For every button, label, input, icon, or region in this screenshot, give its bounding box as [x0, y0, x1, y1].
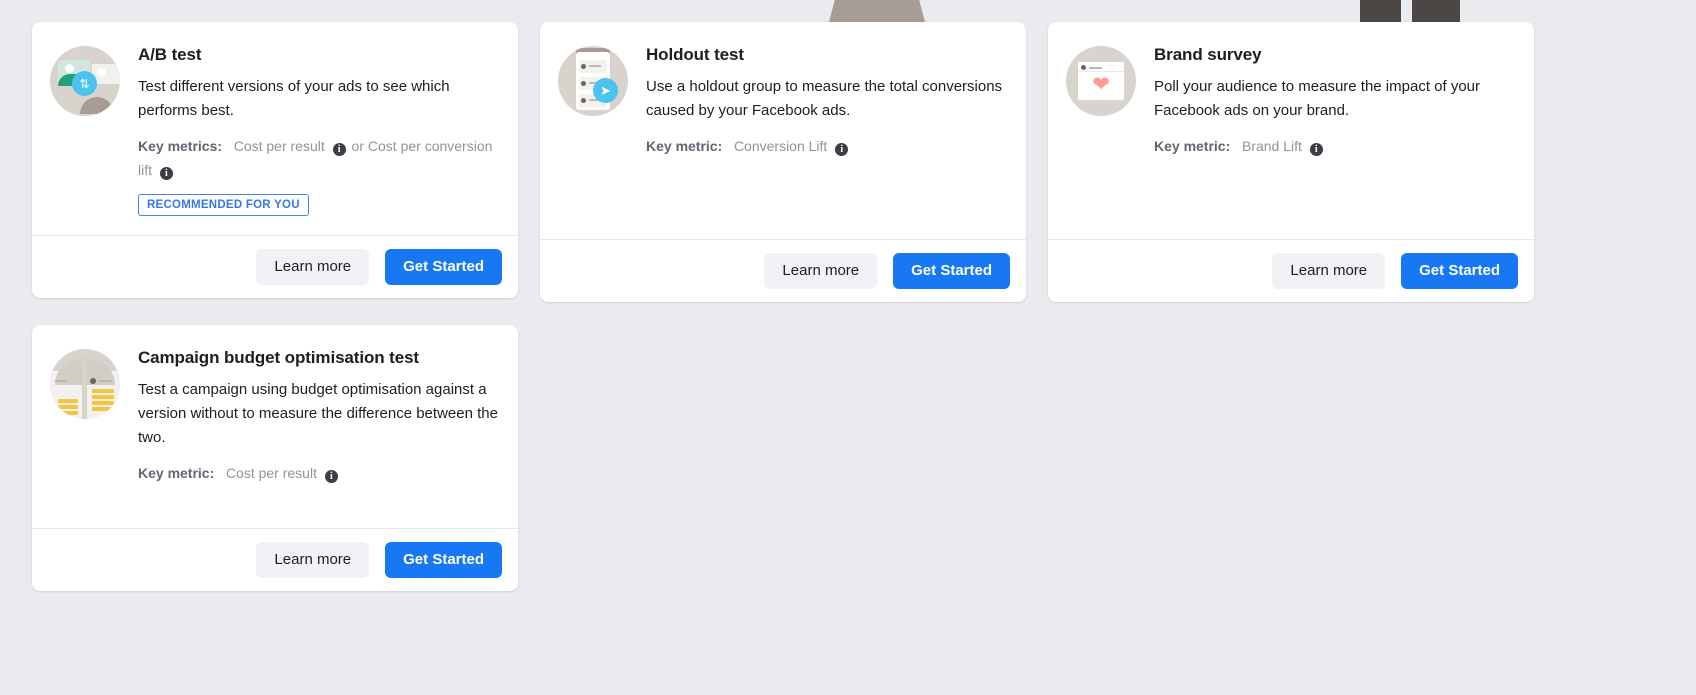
info-icon[interactable]: i — [332, 143, 346, 156]
info-icon[interactable]: i — [1309, 143, 1323, 156]
card-footer: Learn more Get Started — [32, 528, 518, 591]
card-footer: Learn more Get Started — [540, 239, 1026, 302]
card-text: A/B test Test different versions of your… — [138, 44, 498, 217]
experiment-type-board: ⇅ A/B test Test different versions of yo… — [0, 0, 1696, 591]
heart-icon: ❤ — [1092, 73, 1110, 96]
campaign-budget-optimisation-icon — [50, 349, 120, 419]
key-metric-line: Key metric: Conversion Lift i — [646, 134, 1006, 158]
card-campaign-budget-optimisation-test[interactable]: Campaign budget optimisation test Test a… — [32, 325, 518, 591]
key-metric-line: Key metric: Cost per result i — [138, 461, 498, 485]
info-icon[interactable]: i — [835, 143, 849, 156]
swap-arrows-icon: ⇅ — [72, 71, 97, 96]
key-metric-label: Key metric: — [646, 138, 723, 154]
get-started-button[interactable]: Get Started — [893, 253, 1010, 289]
card-title: Campaign budget optimisation test — [138, 348, 419, 367]
get-started-button[interactable]: Get Started — [385, 249, 502, 285]
key-metric-value: Brand Lift — [1241, 138, 1302, 154]
card-title: Brand survey — [1154, 45, 1262, 64]
card-holdout-test[interactable]: ➤ Holdout test Use a holdout group to me… — [540, 22, 1026, 302]
card-body: ❤ Brand survey Poll your audience to mea… — [1048, 22, 1534, 239]
card-description: Test a campaign using budget optimisatio… — [138, 381, 498, 446]
learn-more-button[interactable]: Learn more — [256, 249, 370, 285]
card-title: A/B test — [138, 45, 202, 64]
key-metrics-label: Key metrics: — [138, 138, 223, 154]
card-description: Poll your audience to measure the impact… — [1154, 78, 1481, 119]
key-metric-value: Cost per result — [225, 465, 317, 481]
ab-test-icon: ⇅ — [50, 46, 120, 116]
card-text: Campaign budget optimisation test Test a… — [138, 347, 498, 510]
info-icon[interactable]: i — [159, 167, 173, 180]
learn-more-button[interactable]: Learn more — [256, 542, 370, 578]
card-footer: Learn more Get Started — [1048, 239, 1534, 302]
card-ab-test[interactable]: ⇅ A/B test Test different versions of yo… — [32, 22, 518, 298]
key-metric-value-1: Cost per result — [233, 138, 325, 154]
recommended-badge: RECOMMENDED FOR YOU — [138, 194, 309, 216]
card-description: Test different versions of your ads to s… — [138, 78, 450, 119]
key-metric-label: Key metric: — [1154, 138, 1231, 154]
learn-more-button[interactable]: Learn more — [1272, 253, 1386, 289]
key-metric-line: Key metric: Brand Lift i — [1154, 134, 1514, 158]
key-metric-separator: or — [351, 138, 364, 154]
card-row-2: Campaign budget optimisation test Test a… — [32, 325, 1696, 591]
card-text: Holdout test Use a holdout group to meas… — [646, 44, 1006, 221]
card-body: Campaign budget optimisation test Test a… — [32, 325, 518, 528]
card-body: ⇅ A/B test Test different versions of yo… — [32, 22, 518, 235]
brand-survey-icon: ❤ — [1066, 46, 1136, 116]
card-text: Brand survey Poll your audience to measu… — [1154, 44, 1514, 221]
card-title: Holdout test — [646, 45, 744, 64]
card-body: ➤ Holdout test Use a holdout group to me… — [540, 22, 1026, 239]
card-description: Use a holdout group to measure the total… — [646, 78, 1003, 119]
holdout-test-icon: ➤ — [558, 46, 628, 116]
card-footer: Learn more Get Started — [32, 235, 518, 298]
card-brand-survey[interactable]: ❤ Brand survey Poll your audience to mea… — [1048, 22, 1534, 302]
learn-more-button[interactable]: Learn more — [764, 253, 878, 289]
key-metrics-line: Key metrics: Cost per result i or Cost p… — [138, 134, 498, 182]
info-icon[interactable]: i — [324, 470, 338, 483]
get-started-button[interactable]: Get Started — [385, 542, 502, 578]
up-arrow-icon: ➤ — [593, 78, 618, 103]
key-metric-value: Conversion Lift — [733, 138, 828, 154]
key-metric-label: Key metric: — [138, 465, 215, 481]
card-row-1: ⇅ A/B test Test different versions of yo… — [32, 22, 1696, 302]
get-started-button[interactable]: Get Started — [1401, 253, 1518, 289]
